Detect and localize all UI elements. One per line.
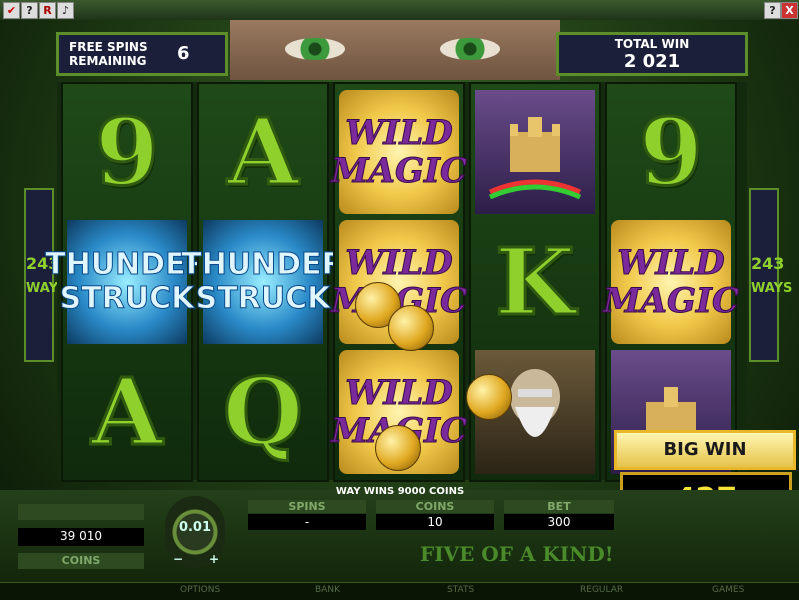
- symbol-nine: 9: [67, 90, 187, 214]
- symbol-castle: [475, 90, 595, 214]
- menu-games[interactable]: GAMES: [712, 585, 744, 595]
- ways-word: WAYS: [751, 281, 793, 296]
- wild-label-2: MAGIC: [602, 281, 740, 321]
- castle-icon: [488, 117, 582, 200]
- thunder-label-2: STRUCK: [195, 281, 331, 316]
- total-win-label: TOTAL WIN: [614, 37, 690, 51]
- sound-off-icon[interactable]: ♪: [57, 2, 74, 19]
- win-message: FIVE OF A KIND!: [420, 542, 614, 566]
- symbol-king-label: K: [494, 227, 577, 338]
- wild-label-1: WILD: [345, 113, 453, 153]
- check-icon[interactable]: ✔: [3, 2, 20, 19]
- symbol-king: K: [475, 220, 595, 344]
- eye-left: [285, 38, 345, 60]
- help-button[interactable]: ?: [764, 2, 781, 19]
- symbol-queen: Q: [203, 350, 323, 474]
- symbol-nine: 9: [611, 90, 731, 214]
- symbol-queen-label: Q: [221, 357, 304, 468]
- top-toolbar: ✔ ? R ♪ ? X: [0, 0, 799, 21]
- symbol-wild-magic: WILD MAGIC: [330, 90, 468, 214]
- way-wins-text: WAY WINS 9000 COINS: [335, 486, 465, 497]
- coin-animation: [466, 374, 512, 420]
- coin-size-decrease-button[interactable]: −: [173, 552, 183, 566]
- symbol-nine-label: 9: [93, 97, 160, 208]
- symbol-ace-label: A: [226, 97, 300, 208]
- big-win-label: BIG WIN: [614, 430, 796, 470]
- menu-options[interactable]: OPTIONS: [180, 585, 220, 595]
- symbol-wild-magic: WILD MAGIC: [602, 220, 740, 344]
- symbol-ace: A: [203, 90, 323, 214]
- thunder-label-1: THUNDER: [181, 247, 346, 282]
- wild-label-2: MAGIC: [330, 151, 468, 191]
- coin-size-dial[interactable]: 0.01 − +: [165, 496, 225, 568]
- ways-number: 243: [751, 254, 785, 273]
- symbol-nine-label: 9: [637, 97, 704, 208]
- close-button[interactable]: X: [781, 2, 798, 19]
- reality-check-icon[interactable]: R: [39, 2, 56, 19]
- credit-label-plate: [18, 504, 144, 520]
- wild-label-1: WILD: [345, 373, 453, 413]
- symbol-ace: A: [67, 350, 187, 474]
- total-win-panel: TOTAL WIN 2 021: [556, 32, 748, 76]
- coins-label: COINS: [376, 500, 494, 513]
- bet-label: BET: [504, 500, 614, 513]
- symbol-thunderstruck: THUNDER STRUCK: [45, 220, 209, 344]
- bet-value: 300: [504, 514, 614, 530]
- thunder-label-2: STRUCK: [59, 281, 195, 316]
- credit-value: 39 010: [18, 528, 144, 546]
- reel-5: 9 WILD MAGIC: [602, 82, 740, 482]
- menu-regular[interactable]: REGULAR: [580, 585, 623, 595]
- menu-bank[interactable]: BANK: [315, 585, 340, 595]
- total-win-value: 2 021: [623, 51, 681, 72]
- coin-size-increase-button[interactable]: +: [209, 552, 219, 566]
- symbol-thunderstruck: THUNDER STRUCK: [181, 220, 345, 344]
- eye-right: [440, 38, 500, 60]
- spins-label: SPINS: [248, 500, 366, 513]
- spins-value[interactable]: -: [248, 514, 366, 530]
- menu-bar: OPTIONS BANK STATS REGULAR GAMES: [0, 582, 799, 600]
- free-spins-label: FREE SPINS: [69, 40, 148, 54]
- symbol-ace-label: A: [90, 357, 164, 468]
- ways-indicator-right: 243 WAYS: [749, 188, 793, 362]
- help-icon[interactable]: ?: [21, 2, 38, 19]
- reel-area: 9 THUNDER STRUCK A A THUNDER STRUCK Q WI…: [45, 82, 747, 482]
- free-spins-label-2: REMAINING: [69, 54, 147, 68]
- wild-label-1: WILD: [617, 243, 725, 283]
- free-spins-value: 6: [177, 43, 190, 64]
- coins-value[interactable]: 10: [376, 514, 494, 530]
- reel-1: 9 THUNDER STRUCK A: [45, 82, 209, 482]
- coins-toggle[interactable]: COINS: [18, 553, 144, 569]
- coin-size-value: 0.01: [178, 520, 212, 535]
- coin-animation: [375, 425, 421, 471]
- free-spins-panel: FREE SPINS REMAINING 6: [56, 32, 228, 76]
- thor-eyes-artwork: [230, 20, 560, 80]
- wild-label-1: WILD: [345, 243, 453, 283]
- reel-4: K: [469, 82, 601, 482]
- menu-stats[interactable]: STATS: [447, 585, 474, 595]
- ways-word: WAYS: [26, 281, 68, 296]
- coin-animation: [388, 305, 434, 351]
- reel-2: A THUNDER STRUCK Q: [181, 82, 345, 482]
- reel-3: WILD MAGIC WILD MAGIC WILD MAGIC: [330, 82, 468, 482]
